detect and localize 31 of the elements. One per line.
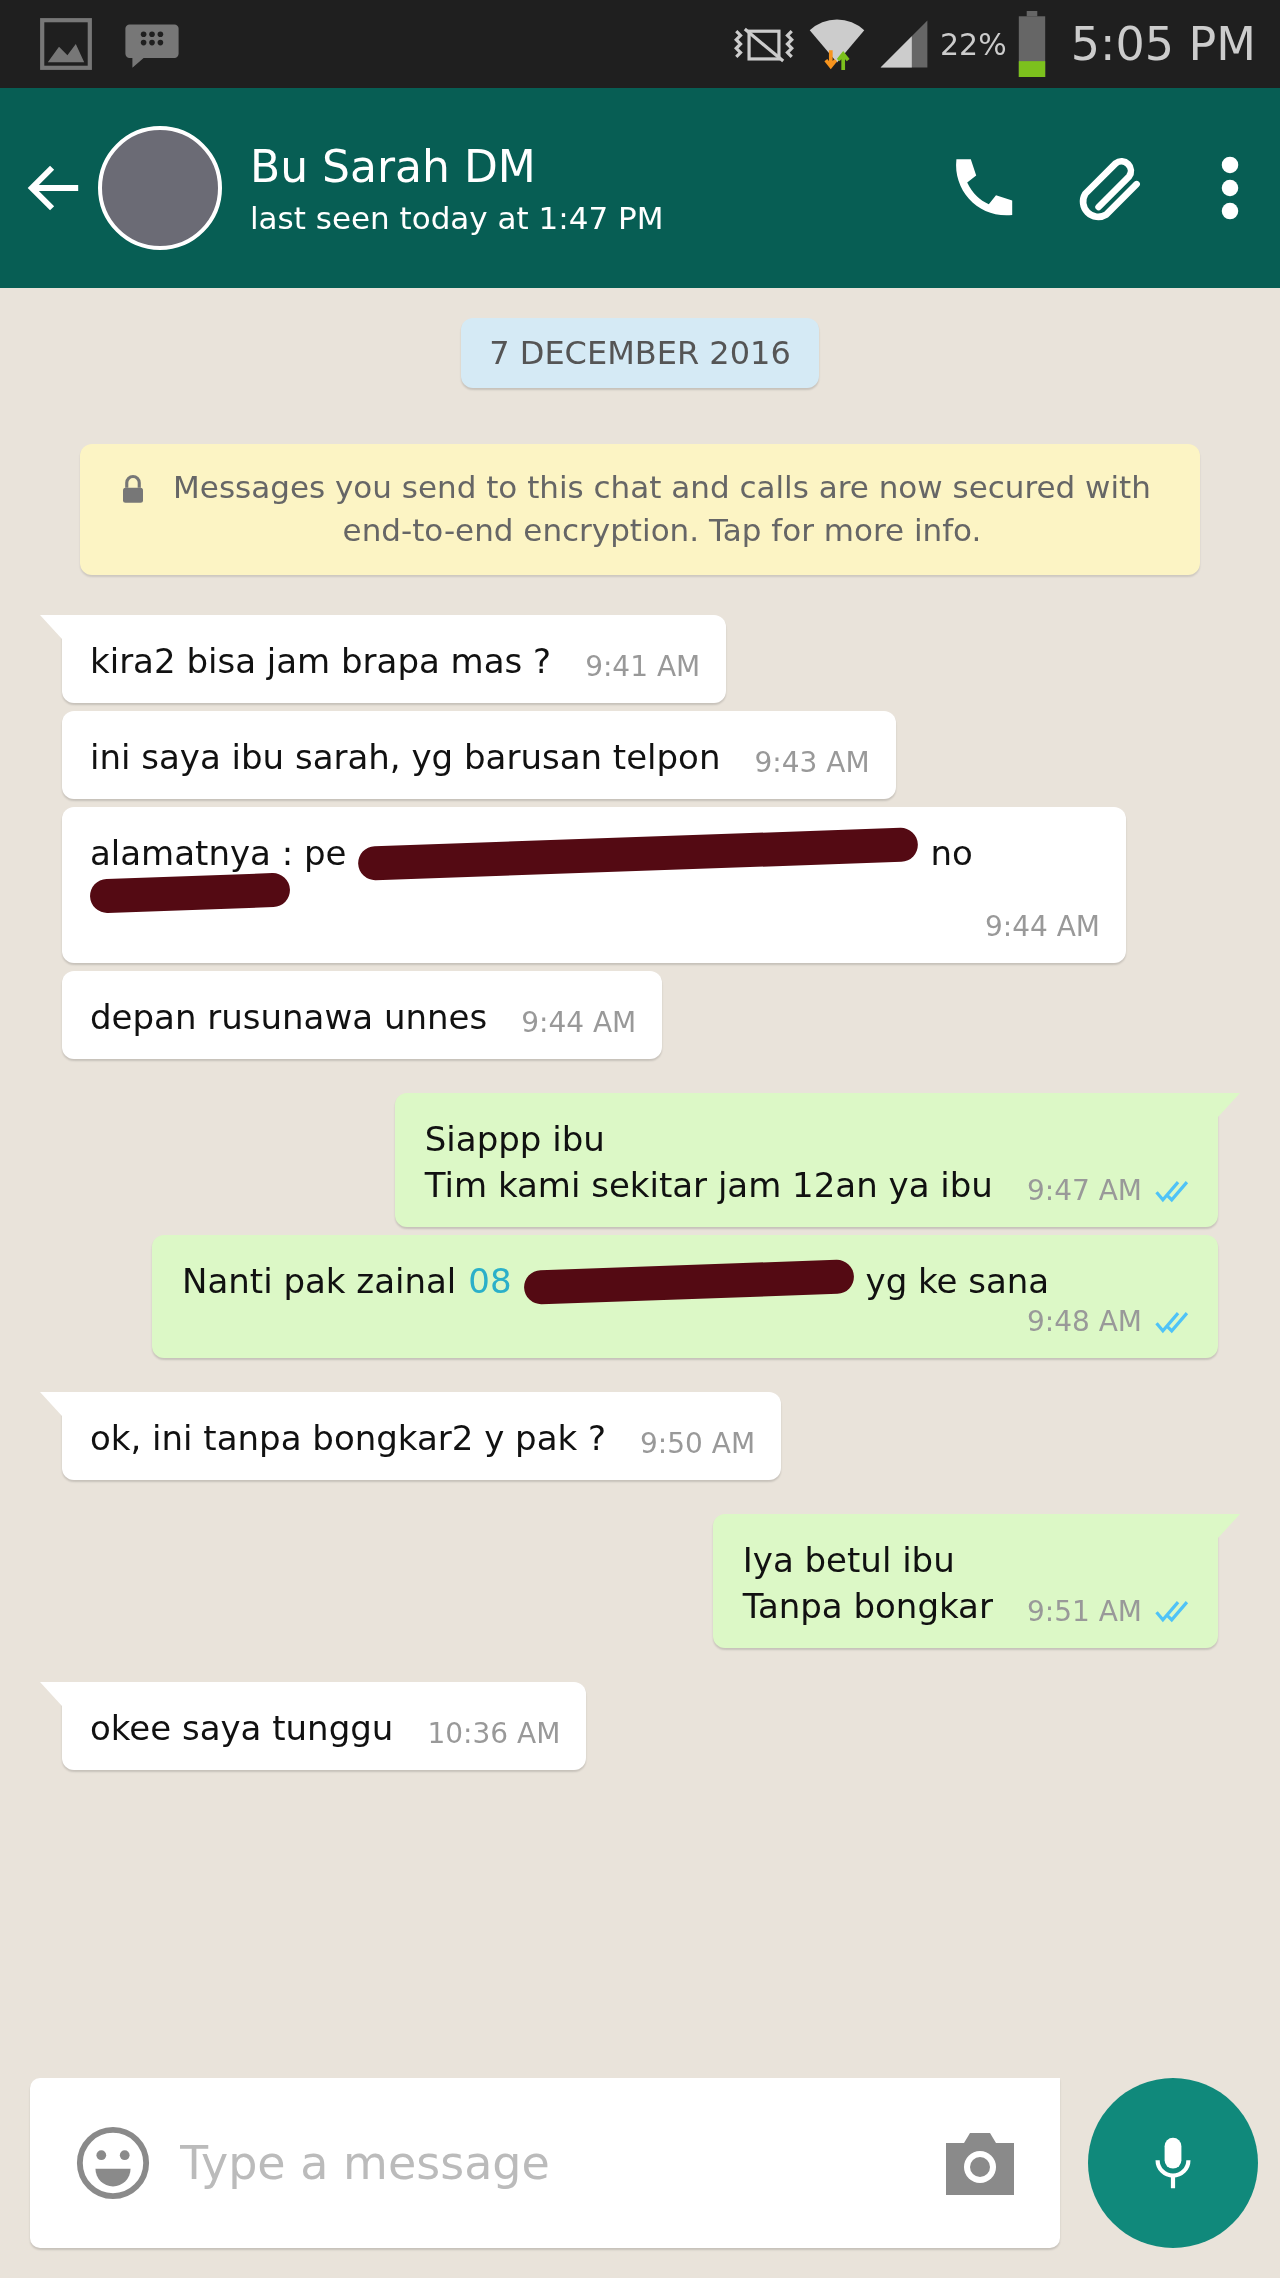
battery-icon xyxy=(1016,11,1047,77)
message-time: 9:41 AM xyxy=(585,649,701,683)
more-options-icon[interactable] xyxy=(1220,155,1240,221)
date-chip: 7 DECEMBER 2016 xyxy=(461,318,819,388)
message-text: Iya betul ibu Tanpa bongkar xyxy=(742,1538,993,1628)
message-time: 10:36 AM xyxy=(427,1716,561,1750)
encryption-notice[interactable]: Messages you send to this chat and calls are now secured with end-to-end encryption. Tap for more info. xyxy=(80,444,1200,575)
message-text: okee saya tunggu xyxy=(90,1706,394,1750)
clock-time: 5:05 PM xyxy=(1070,17,1256,71)
message-text: alamatnya : pe no xyxy=(90,830,973,911)
message-text: Nanti pak zainal 08 yg ke sana xyxy=(182,1259,1050,1305)
message-time: 9:47 AM xyxy=(1026,1174,1142,1208)
message-time: 9:48 AM xyxy=(1026,1305,1142,1338)
encryption-notice-text: Messages you send to this chat and calls are now secured with end-to-end encryption. Tap for more info. xyxy=(172,468,1152,551)
message-text: ok, ini tanpa bongkar2 y pak ? xyxy=(90,1417,607,1460)
contact-name[interactable]: Bu Sarah DM xyxy=(250,140,884,192)
battery-percent: 22% xyxy=(939,26,1007,62)
message-input[interactable]: Type a message xyxy=(178,2135,914,2191)
message-text: depan rusunawa unnes xyxy=(90,996,488,1040)
emoji-icon[interactable] xyxy=(74,2124,152,2202)
message-time: 9:43 AM xyxy=(754,745,870,779)
last-seen-text: last seen today at 1:47 PM xyxy=(250,199,665,236)
message-text: kira2 bisa jam brapa mas ? xyxy=(90,639,552,683)
lock-icon xyxy=(120,474,146,504)
message-time: 9:51 AM xyxy=(1026,1594,1142,1628)
message-time: 9:44 AM xyxy=(984,910,1100,944)
image-icon xyxy=(38,16,94,72)
message-time: 9:50 AM xyxy=(640,1426,756,1460)
message-time: 9:44 AM xyxy=(521,1006,637,1040)
message-text: Siappp ibu Tim kami sekitar jam 12an ya ibu xyxy=(424,1118,993,1208)
message-text: ini saya ibu sarah, yg barusan telpon xyxy=(90,735,721,779)
